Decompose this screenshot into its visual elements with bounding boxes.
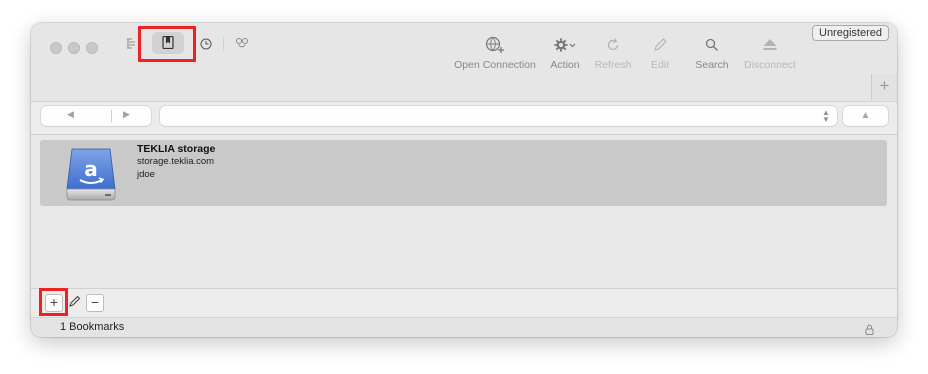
parent-directory-button[interactable]: ▲: [843, 106, 888, 126]
eject-icon: [763, 39, 777, 50]
forward-button[interactable]: ▶: [123, 109, 130, 120]
edit-label: Edit: [650, 59, 670, 71]
action-label: Action: [550, 59, 580, 71]
bookmark-actions-bar: + −: [31, 288, 897, 317]
back-button[interactable]: ◀: [67, 109, 74, 120]
close-window-button[interactable]: [50, 42, 62, 54]
search-label: Search: [695, 59, 729, 71]
bookmark-icon: [162, 36, 174, 49]
gear-dropdown-icon: [554, 38, 576, 52]
bookmark-username: jdoe: [137, 169, 155, 180]
bonjour-icon[interactable]: [235, 37, 249, 52]
pencil-icon: [69, 295, 81, 307]
app-window: Open Connection Action Refresh Edit Sear…: [31, 23, 897, 337]
zoom-window-button[interactable]: [86, 42, 98, 54]
amazon-s3-disk-icon: a: [64, 146, 118, 207]
pencil-icon: [654, 38, 667, 51]
remove-bookmark-button[interactable]: −: [86, 294, 104, 312]
chevron-updown-icon: ▲ ▼: [822, 108, 830, 124]
toolbar-divider: [223, 37, 224, 51]
edit-bookmark-button[interactable]: [66, 294, 84, 312]
status-bar: 1 Bookmarks: [31, 317, 897, 337]
disconnect-button[interactable]: Disconnect: [741, 35, 799, 71]
bookmark-view-button[interactable]: [152, 32, 184, 54]
browser-outline-icon[interactable]: [126, 37, 138, 52]
search-button[interactable]: Search: [692, 35, 732, 71]
refresh-icon: [607, 38, 619, 51]
bookmark-title: TEKLIA storage: [137, 143, 216, 155]
search-icon: [705, 38, 718, 51]
globe-plus-icon: [485, 36, 504, 53]
back-forward-control: ◀ ▶: [41, 106, 151, 126]
open-connection-button[interactable]: Open Connection: [452, 35, 538, 71]
navigation-bar: ◀ ▶ ▲ ▼ ▲: [31, 101, 897, 134]
path-selector[interactable]: ▲ ▼: [160, 106, 837, 126]
add-bookmark-highlight: [39, 288, 68, 316]
disconnect-label: Disconnect: [744, 59, 796, 71]
unregistered-badge[interactable]: Unregistered: [812, 25, 889, 41]
bookmark-list: a TEKLIA storage storage.teklia.com jdoe: [31, 134, 897, 288]
history-icon[interactable]: [200, 38, 212, 52]
action-button[interactable]: Action: [545, 35, 585, 71]
new-tab-button[interactable]: +: [871, 74, 897, 100]
refresh-button[interactable]: Refresh: [590, 35, 636, 71]
toolbar: Open Connection Action Refresh Edit Sear…: [31, 23, 897, 101]
minimize-window-button[interactable]: [68, 42, 80, 54]
bookmark-item[interactable]: a TEKLIA storage storage.teklia.com jdoe: [40, 140, 887, 206]
open-connection-label: Open Connection: [454, 59, 536, 71]
back-forward-divider: [111, 110, 112, 122]
svg-text:a: a: [84, 157, 98, 181]
refresh-label: Refresh: [594, 59, 632, 71]
edit-button[interactable]: Edit: [642, 35, 678, 71]
status-text: 1 Bookmarks: [60, 321, 125, 333]
bookmark-hostname: storage.teklia.com: [137, 156, 215, 167]
lock-icon[interactable]: [865, 322, 874, 337]
